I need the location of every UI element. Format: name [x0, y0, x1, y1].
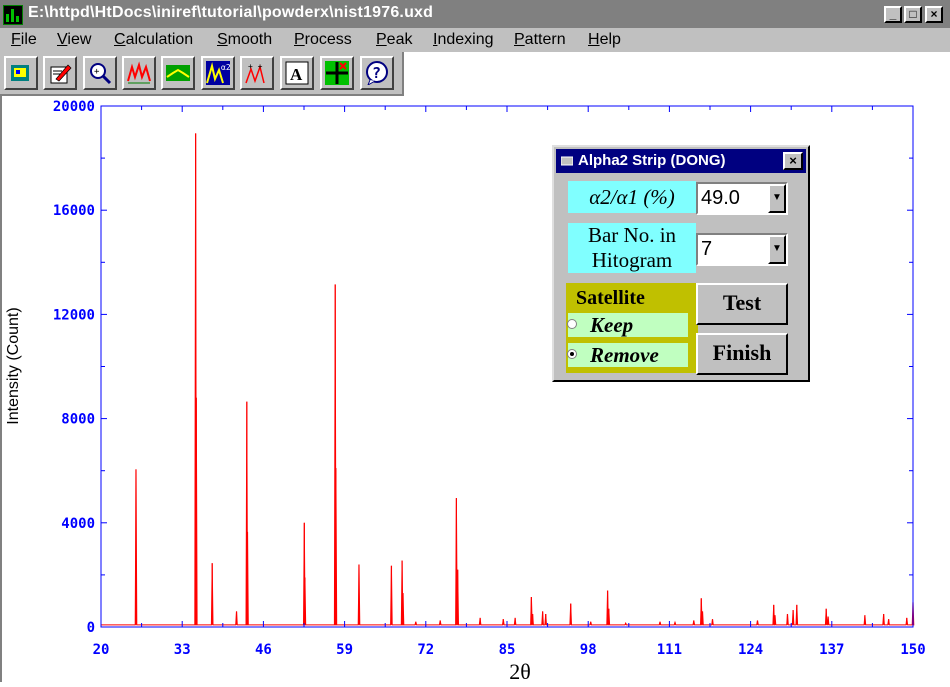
- background-icon: [166, 65, 190, 81]
- x-tick-label: 46: [255, 642, 272, 658]
- ratio-dropdown-arrow-icon[interactable]: ▼: [768, 184, 786, 213]
- bar-number-dropdown[interactable]: 7 ▼: [696, 233, 788, 266]
- menu-indexing[interactable]: Indexing: [433, 31, 494, 49]
- maximize-button[interactable]: □: [904, 6, 922, 23]
- alpha2-strip-icon: α2: [206, 61, 230, 85]
- open-file-button[interactable]: [4, 56, 38, 90]
- background-button[interactable]: [161, 56, 195, 90]
- ratio-dropdown[interactable]: 49.0 ▼: [696, 182, 788, 215]
- menu-help[interactable]: Help: [588, 31, 621, 49]
- x-tick-label: 72: [417, 642, 434, 658]
- ratio-value: 49.0: [701, 187, 740, 209]
- dialog-title-bar[interactable]: Alpha2 Strip (DONG) ×: [556, 149, 806, 173]
- y-axis-label: Intensity (Count): [5, 307, 22, 424]
- ratio-label: α2/α1 (%): [568, 181, 696, 213]
- satellite-group: Satellite Keep Remove: [566, 283, 698, 373]
- svg-text:+ +: + +: [248, 62, 263, 71]
- window-title: E:\httpd\HtDocs\iniref\tutorial\powderx\…: [28, 4, 434, 21]
- y-tick-label: 8000: [61, 412, 95, 428]
- menu-file[interactable]: File: [11, 31, 37, 49]
- bar-number-label: Bar No. in Hitogram: [568, 223, 696, 273]
- x-axis-label: 2θ: [509, 659, 531, 682]
- dialog-menu-icon[interactable]: [561, 155, 573, 167]
- x-tick-label: 137: [819, 642, 844, 658]
- finish-button[interactable]: Finish: [696, 333, 788, 375]
- svg-text:?: ?: [372, 64, 381, 82]
- x-tick-label: 124: [738, 642, 763, 658]
- help-icon: ?: [366, 61, 388, 85]
- peak-search-icon: + +: [245, 62, 265, 84]
- svg-text:A: A: [290, 65, 303, 84]
- peak-search-button[interactable]: + +: [240, 56, 274, 90]
- x-tick-label: 150: [900, 642, 925, 658]
- keep-label: Keep: [590, 313, 634, 337]
- menu-pattern[interactable]: Pattern: [514, 31, 566, 49]
- minimize-button[interactable]: _: [884, 6, 902, 23]
- y-tick-label: 20000: [53, 99, 95, 115]
- close-button[interactable]: ×: [925, 6, 943, 23]
- text-annotation-icon: A: [285, 61, 309, 85]
- menu-view[interactable]: View: [57, 31, 91, 49]
- remove-radio-circle[interactable]: [567, 349, 577, 359]
- remove-radio[interactable]: Remove: [567, 343, 688, 367]
- x-tick-label: 85: [499, 642, 516, 658]
- y-tick-label: 16000: [53, 203, 95, 219]
- svg-text:α2: α2: [221, 63, 230, 72]
- bar-number-label-line1: Bar No. in: [587, 223, 677, 247]
- smooth-peaks-icon: [127, 61, 151, 84]
- bar-number-label-line2: Hitogram: [591, 248, 673, 272]
- svg-text:+: +: [94, 67, 100, 77]
- open-file-icon: [11, 65, 29, 81]
- y-tick-label: 4000: [61, 516, 95, 532]
- smooth-peaks-button[interactable]: [122, 56, 156, 90]
- bar-number-dropdown-arrow-icon[interactable]: ▼: [768, 235, 786, 264]
- alpha2-strip-button[interactable]: α2: [201, 56, 235, 90]
- menu-bar: File View Calculation Smooth Process Pea…: [0, 28, 950, 52]
- test-button[interactable]: Test: [696, 283, 788, 325]
- zoom-icon: +: [90, 63, 112, 85]
- bar-number-value: 7: [701, 238, 713, 260]
- remove-label: Remove: [590, 343, 659, 367]
- edit-data-icon: [50, 64, 72, 84]
- x-tick-label: 98: [580, 642, 597, 658]
- crosshair-icon: [325, 61, 349, 85]
- satellite-title: Satellite: [576, 287, 645, 309]
- x-tick-label: 33: [174, 642, 191, 658]
- keep-radio[interactable]: Keep: [567, 313, 688, 337]
- crosshair-button[interactable]: [320, 56, 354, 90]
- y-tick-label: 12000: [53, 307, 95, 323]
- help-button[interactable]: ?: [360, 56, 394, 90]
- menu-peak[interactable]: Peak: [376, 31, 412, 49]
- edit-data-button[interactable]: [43, 56, 77, 90]
- dialog-title: Alpha2 Strip (DONG): [578, 152, 726, 169]
- toolbar: + α2 + + A ?: [0, 52, 404, 96]
- title-bar: E:\httpd\HtDocs\iniref\tutorial\powderx\…: [0, 0, 950, 28]
- y-tick-label: 0: [87, 620, 95, 636]
- app-icon[interactable]: [3, 5, 23, 25]
- menu-process[interactable]: Process: [294, 31, 352, 49]
- x-tick-label: 59: [336, 642, 353, 658]
- keep-radio-circle[interactable]: [567, 319, 577, 329]
- zoom-button[interactable]: +: [83, 56, 117, 90]
- dialog-close-button[interactable]: ×: [783, 152, 803, 170]
- x-tick-label: 111: [657, 642, 682, 658]
- menu-smooth[interactable]: Smooth: [217, 31, 272, 49]
- x-tick-label: 20: [93, 642, 110, 658]
- text-annotation-button[interactable]: A: [280, 56, 314, 90]
- alpha2-strip-dialog: Alpha2 Strip (DONG) × α2/α1 (%) 49.0 ▼ B…: [552, 145, 810, 382]
- menu-calculation[interactable]: Calculation: [114, 31, 193, 49]
